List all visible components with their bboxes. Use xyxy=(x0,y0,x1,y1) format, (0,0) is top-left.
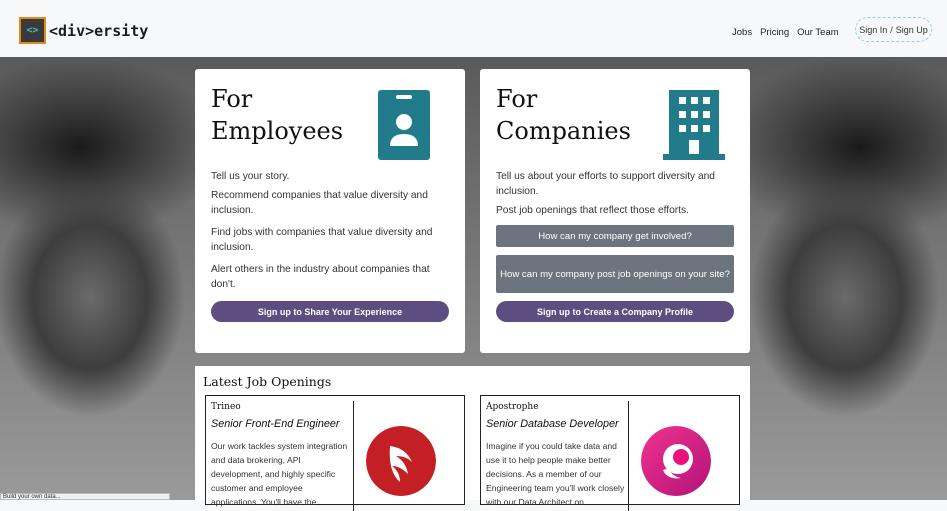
companies-title: For Companies xyxy=(496,85,631,145)
sign-in-link[interactable]: Sign In xyxy=(859,25,887,35)
nav-link-pricing[interactable]: Pricing xyxy=(760,27,789,38)
nav-separator: / xyxy=(890,24,893,35)
latest-jobs-panel: Latest Job Openings Trineo Senior Front-… xyxy=(195,366,750,511)
trineo-logo-icon xyxy=(366,426,436,496)
brand-logo[interactable]: <> <div>ersity xyxy=(19,17,148,44)
job-role[interactable]: Senior Front-End Engineer xyxy=(211,418,339,430)
employees-text-1: Tell us your story. xyxy=(211,171,290,182)
job-company: Apostrophe xyxy=(486,402,539,412)
apostrophe-logo-icon xyxy=(641,426,711,496)
job-role[interactable]: Senior Database Developer xyxy=(486,418,619,430)
nav-links: Jobs Pricing Our Team xyxy=(732,27,839,38)
navbar: <> <div>ersity Jobs Pricing Our Team Sig… xyxy=(0,0,947,57)
companies-text-2: Post job openings that reflect those eff… xyxy=(496,205,689,216)
nav-link-our-team[interactable]: Our Team xyxy=(797,27,839,38)
employees-text-3: Find jobs with companies that value dive… xyxy=(211,227,433,253)
create-company-profile-button[interactable]: Sign up to Create a Company Profile xyxy=(496,301,734,322)
employees-title: For Employees xyxy=(211,85,344,145)
job-divider xyxy=(628,401,629,511)
id-badge-icon xyxy=(378,90,430,160)
latest-jobs-title: Latest Job Openings xyxy=(203,374,332,389)
job-card[interactable]: Apostrophe Senior Database Developer Ima… xyxy=(480,395,740,511)
browser-status-bar: Build your own data... xyxy=(0,493,170,500)
get-involved-button[interactable]: How can my company get involved? xyxy=(496,225,734,247)
sign-up-link[interactable]: Sign Up xyxy=(896,25,928,35)
sign-in-up-button[interactable]: Sign In / Sign Up xyxy=(855,17,932,42)
job-card[interactable]: Trineo Senior Front-End Engineer Our wor… xyxy=(205,395,465,511)
companies-text-1: Tell us about your efforts to support di… xyxy=(496,171,715,197)
employees-card: For Employees Tell us your story. Recomm… xyxy=(195,69,465,353)
building-icon xyxy=(663,90,725,160)
companies-card: For Companies Tell us about your efforts… xyxy=(480,69,750,353)
job-description: Imagine if you could take data and use i… xyxy=(486,441,625,507)
nav-link-jobs[interactable]: Jobs xyxy=(732,27,752,38)
job-description: Our work tackles system integration and … xyxy=(211,441,348,507)
share-experience-button[interactable]: Sign up to Share Your Experience xyxy=(211,301,449,322)
post-jobs-button[interactable]: How can my company post job openings on … xyxy=(496,255,734,293)
brand-name: <div>ersity xyxy=(49,21,149,40)
employees-text-4: Alert others in the industry about compa… xyxy=(211,264,430,290)
job-company: Trineo xyxy=(211,402,241,412)
code-brackets-icon: <> xyxy=(19,17,46,44)
employees-text-2: Recommend companies that value diversity… xyxy=(211,190,428,216)
job-divider xyxy=(353,401,354,511)
